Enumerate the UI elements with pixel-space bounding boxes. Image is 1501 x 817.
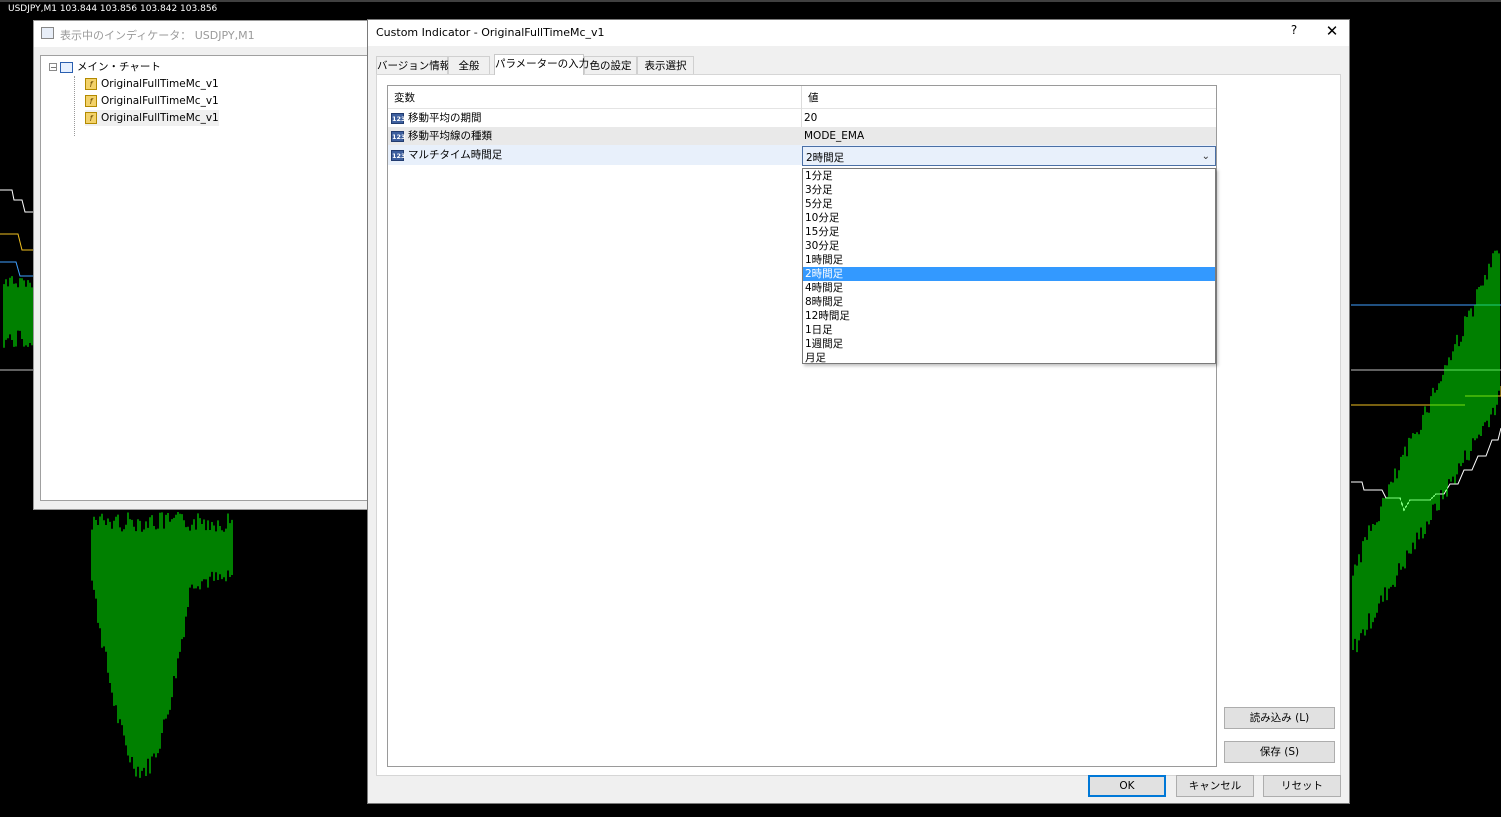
custom-indicator-icon: f <box>85 95 97 107</box>
dropdown-option[interactable]: 10分足 <box>803 211 1215 225</box>
dropdown-option[interactable]: 12時間足 <box>803 309 1215 323</box>
tab-colors[interactable]: 色の設定 <box>584 56 637 74</box>
parameters-grid: 変数 値 123 移動平均の期間 20 123 移動平均線の種類 MODE_EMA … <box>387 85 1217 767</box>
param-value[interactable]: MODE_EMA <box>804 127 864 145</box>
dropdown-option[interactable]: 1日足 <box>803 323 1215 337</box>
param-name: 移動平均の期間 <box>408 112 482 124</box>
help-button[interactable]: ? <box>1284 23 1304 37</box>
header-value: 値 <box>808 92 819 104</box>
tab-visualization[interactable]: 表示選択 <box>637 56 694 74</box>
ma-line-white <box>0 189 33 213</box>
dialog-title: Custom Indicator - OriginalFullTimeMc_v1 <box>376 26 605 39</box>
dropdown-option[interactable]: 8時間足 <box>803 295 1215 309</box>
dropdown-option[interactable]: 1分足 <box>803 169 1215 183</box>
timeframe-combobox[interactable]: 2時間足 ⌄ <box>802 146 1216 166</box>
reset-button[interactable]: リセット <box>1263 775 1341 797</box>
integer-param-icon: 123 <box>391 112 406 124</box>
param-name: 移動平均線の種類 <box>408 130 492 142</box>
timeframe-dropdown-list[interactable]: 1分足 3分足 5分足 10分足 15分足 30分足 1時間足 2時間足 4時間… <box>802 168 1216 364</box>
dialog-titlebar[interactable]: Custom Indicator - OriginalFullTimeMc_v1… <box>368 20 1349 46</box>
custom-indicator-icon: f <box>85 78 97 90</box>
dropdown-option[interactable]: 30分足 <box>803 239 1215 253</box>
tree-item-label: OriginalFullTimeMc_v1 <box>101 95 219 107</box>
enum-param-icon: 123 <box>391 149 406 161</box>
indicators-window-icon <box>41 27 54 39</box>
tree-item-indicator[interactable]: f OriginalFullTimeMc_v1 <box>85 76 219 92</box>
dropdown-option[interactable]: 月足 <box>803 351 1215 365</box>
save-button[interactable]: 保存 (S) <box>1224 741 1335 763</box>
grid-header: 変数 値 <box>388 86 1216 109</box>
tree-connector <box>74 76 76 136</box>
tree-item-label: OriginalFullTimeMc_v1 <box>101 112 219 124</box>
tab-general[interactable]: 全般 <box>448 56 490 74</box>
ma-line-orange <box>0 233 33 251</box>
dropdown-option[interactable]: 15分足 <box>803 225 1215 239</box>
ok-button[interactable]: OK <box>1088 775 1166 797</box>
indicators-tree[interactable]: − メイン・チャート f OriginalFullTimeMc_v1 f Origin… <box>40 55 370 501</box>
cancel-button[interactable]: キャンセル <box>1176 775 1254 797</box>
chevron-down-icon[interactable]: ⌄ <box>1202 148 1210 166</box>
param-name: マルチタイム時間足 <box>408 149 503 161</box>
chart-symbol-label: USDJPY,M1 103.844 103.856 103.842 103.85… <box>8 4 218 14</box>
param-row[interactable]: 123 移動平均線の種類 MODE_EMA <box>388 127 1216 145</box>
dropdown-option[interactable]: 3分足 <box>803 183 1215 197</box>
dropdown-option[interactable]: 5分足 <box>803 197 1215 211</box>
dropdown-option-selected[interactable]: 2時間足 <box>803 267 1215 281</box>
load-button[interactable]: 読み込み (L) <box>1224 707 1335 729</box>
indicators-window-title: 表示中のインディケータ： USDJPY,M1 <box>60 29 255 42</box>
indicators-window: 表示中のインディケータ： USDJPY,M1 − メイン・チャート f Origin… <box>33 20 378 510</box>
header-variable: 変数 <box>394 92 415 104</box>
tree-item-indicator[interactable]: f OriginalFullTimeMc_v1 <box>85 93 219 109</box>
tree-item-label: OriginalFullTimeMc_v1 <box>101 78 219 90</box>
combobox-value: 2時間足 <box>806 152 845 164</box>
tree-root-label: メイン・チャート <box>77 61 161 73</box>
dropdown-option[interactable]: 1週間足 <box>803 337 1215 351</box>
tab-input-parameters[interactable]: パラメーターの入力 <box>494 54 589 75</box>
ma-line-white <box>1351 427 1501 512</box>
param-value[interactable]: 20 <box>804 109 817 127</box>
custom-indicator-dialog: Custom Indicator - OriginalFullTimeMc_v1… <box>367 19 1350 804</box>
custom-indicator-icon: f <box>85 112 97 124</box>
chart-window-icon <box>60 61 73 73</box>
close-button[interactable]: ✕ <box>1320 22 1344 40</box>
ma-line-blue <box>0 261 33 277</box>
collapse-icon[interactable]: − <box>49 63 57 72</box>
tree-root-main-chart[interactable]: − メイン・チャート <box>49 59 161 75</box>
param-row-active[interactable]: 123 マルチタイム時間足 2時間足 ⌄ <box>388 145 1216 166</box>
tab-panel-parameters: 変数 値 123 移動平均の期間 20 123 移動平均線の種類 MODE_EMA … <box>376 74 1341 776</box>
param-row[interactable]: 123 移動平均の期間 20 <box>388 109 1216 127</box>
indicators-window-titlebar[interactable]: 表示中のインディケータ： USDJPY,M1 <box>34 21 377 47</box>
enum-param-icon: 123 <box>391 130 406 142</box>
tab-version-info[interactable]: バージョン情報 <box>376 56 450 74</box>
dropdown-option[interactable]: 1時間足 <box>803 253 1215 267</box>
dropdown-option[interactable]: 4時間足 <box>803 281 1215 295</box>
tree-item-indicator-selected[interactable]: f OriginalFullTimeMc_v1 <box>85 110 219 126</box>
